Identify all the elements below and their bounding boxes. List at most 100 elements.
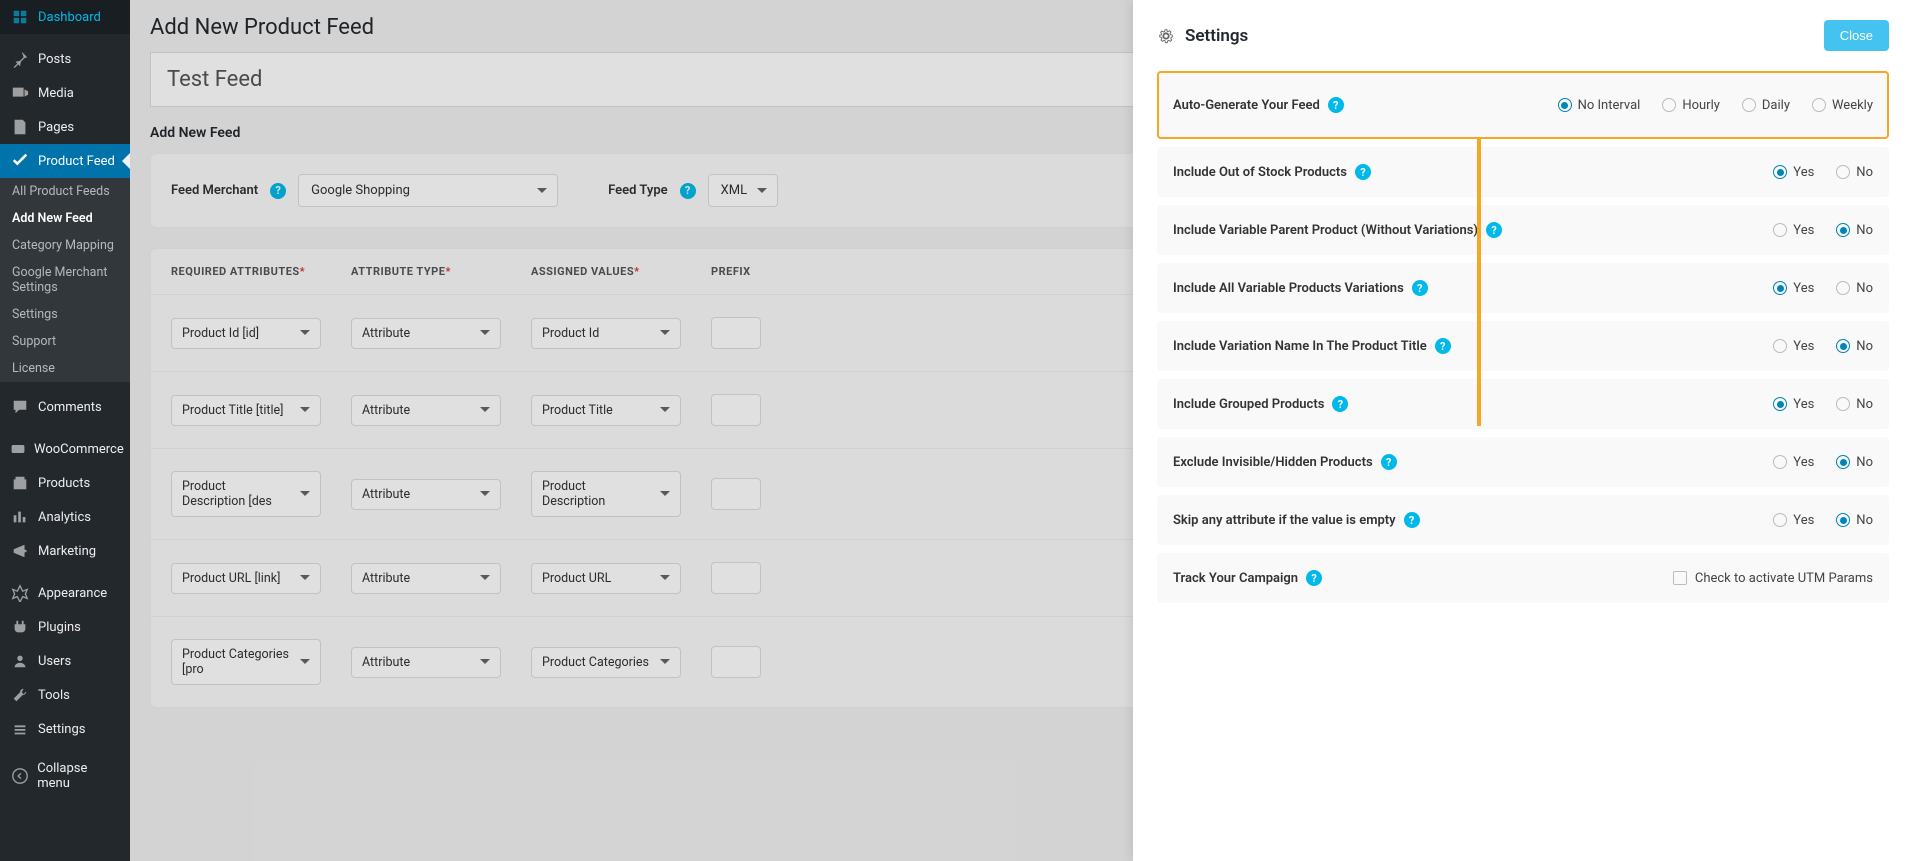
radio-icon xyxy=(1773,397,1787,411)
sidebar-label: Product Feed xyxy=(38,154,115,169)
radio-group: Yes No xyxy=(1773,165,1873,180)
sidebar-item-plugins[interactable]: Plugins xyxy=(0,610,130,644)
settings-title: Settings xyxy=(1185,26,1248,46)
radio-label: No xyxy=(1856,281,1873,296)
sidebar-label: WooCommerce xyxy=(34,442,124,457)
radio-label: Yes xyxy=(1793,223,1814,238)
sidebar-item-collapse[interactable]: Collapse menu xyxy=(0,754,130,798)
sidebar-item-comments[interactable]: Comments xyxy=(0,390,130,424)
sidebar-item-users[interactable]: Users xyxy=(0,644,130,678)
submenu-support[interactable]: Support xyxy=(0,328,130,355)
tools-icon xyxy=(10,685,30,705)
sidebar-item-tools[interactable]: Tools xyxy=(0,678,130,712)
comment-icon xyxy=(10,397,30,417)
sidebar-item-posts[interactable]: Posts xyxy=(0,42,130,76)
radio-icon xyxy=(1812,98,1826,112)
setting-label-text: Auto-Generate Your Feed xyxy=(1173,98,1320,113)
setting-label-text: Track Your Campaign xyxy=(1173,571,1298,586)
setting-label-text: Skip any attribute if the value is empty xyxy=(1173,513,1396,528)
radio-group: Yes No xyxy=(1773,513,1873,528)
submenu-category-mapping[interactable]: Category Mapping xyxy=(0,232,130,259)
sidebar-label: Pages xyxy=(38,120,74,135)
sidebar-label: Appearance xyxy=(38,586,107,601)
radio-option[interactable]: Yes xyxy=(1773,397,1814,412)
help-icon[interactable]: ? xyxy=(1381,454,1397,470)
pin-icon xyxy=(10,49,30,69)
setting-label-text: Include All Variable Products Variations xyxy=(1173,281,1404,296)
sidebar-label: Comments xyxy=(38,400,102,415)
sidebar-label: Dashboard xyxy=(38,10,101,25)
radio-option[interactable]: No xyxy=(1836,455,1873,470)
radio-option[interactable]: Yes xyxy=(1773,165,1814,180)
radio-option[interactable]: No Interval xyxy=(1558,98,1641,113)
help-icon[interactable]: ? xyxy=(1412,280,1428,296)
help-icon[interactable]: ? xyxy=(1328,97,1344,113)
utm-checkbox-wrap[interactable]: Check to activate UTM Params xyxy=(1673,571,1873,586)
close-button[interactable]: Close xyxy=(1824,20,1889,51)
sidebar-item-product-feed[interactable]: Product Feed xyxy=(0,144,130,178)
sidebar-item-marketing[interactable]: Marketing xyxy=(0,534,130,568)
sidebar-item-woocommerce[interactable]: WooCommerce xyxy=(0,432,130,466)
radio-option[interactable]: No xyxy=(1836,339,1873,354)
help-icon[interactable]: ? xyxy=(1404,512,1420,528)
sidebar-item-media[interactable]: Media xyxy=(0,76,130,110)
radio-option[interactable]: Weekly xyxy=(1812,98,1873,113)
submenu-license[interactable]: License xyxy=(0,355,130,382)
radio-option[interactable]: No xyxy=(1836,165,1873,180)
radio-icon xyxy=(1662,98,1676,112)
submenu-google-merchant[interactable]: Google Merchant Settings xyxy=(0,259,130,301)
radio-label: No xyxy=(1856,397,1873,412)
radio-icon xyxy=(1836,339,1850,353)
radio-option[interactable]: Daily xyxy=(1742,98,1790,113)
sidebar-label: Products xyxy=(38,476,90,491)
radio-group: Yes No xyxy=(1773,223,1873,238)
radio-option[interactable]: No xyxy=(1836,281,1873,296)
setting-row: Auto-Generate Your Feed ? No Interval Ho… xyxy=(1157,71,1889,139)
settings-icon xyxy=(10,719,30,739)
radio-option[interactable]: Yes xyxy=(1773,339,1814,354)
sidebar-label: Tools xyxy=(38,688,70,703)
radio-group: Yes No xyxy=(1773,397,1873,412)
sidebar-label: Posts xyxy=(38,52,71,67)
sidebar-label: Collapse menu xyxy=(37,761,120,791)
radio-icon xyxy=(1836,281,1850,295)
radio-icon xyxy=(1773,281,1787,295)
sidebar-label: Analytics xyxy=(38,510,91,525)
radio-option[interactable]: No xyxy=(1836,513,1873,528)
radio-icon xyxy=(1836,455,1850,469)
radio-group: Yes No xyxy=(1773,281,1873,296)
radio-option[interactable]: No xyxy=(1836,223,1873,238)
radio-icon xyxy=(1836,397,1850,411)
radio-option[interactable]: Hourly xyxy=(1662,98,1720,113)
radio-icon xyxy=(1836,223,1850,237)
radio-icon xyxy=(1773,223,1787,237)
help-icon[interactable]: ? xyxy=(1332,396,1348,412)
submenu-add-new[interactable]: Add New Feed xyxy=(0,205,130,232)
sidebar-item-analytics[interactable]: Analytics xyxy=(0,500,130,534)
help-icon[interactable]: ? xyxy=(1486,222,1502,238)
submenu-all-feeds[interactable]: All Product Feeds xyxy=(0,178,130,205)
help-icon[interactable]: ? xyxy=(1306,570,1322,586)
radio-label: Yes xyxy=(1793,397,1814,412)
radio-option[interactable]: Yes xyxy=(1773,281,1814,296)
help-icon[interactable]: ? xyxy=(1355,164,1371,180)
help-icon[interactable]: ? xyxy=(1435,338,1451,354)
sidebar-item-settings[interactable]: Settings xyxy=(0,712,130,746)
submenu-settings[interactable]: Settings xyxy=(0,301,130,328)
radio-option[interactable]: Yes xyxy=(1773,455,1814,470)
sidebar-item-appearance[interactable]: Appearance xyxy=(0,576,130,610)
sidebar-item-dashboard[interactable]: Dashboard xyxy=(0,0,130,34)
sidebar-submenu: All Product Feeds Add New Feed Category … xyxy=(0,178,130,382)
sidebar-item-products[interactable]: Products xyxy=(0,466,130,500)
sidebar-item-pages[interactable]: Pages xyxy=(0,110,130,144)
page-icon xyxy=(10,117,30,137)
sidebar-label: Plugins xyxy=(38,620,81,635)
plugins-icon xyxy=(10,617,30,637)
radio-option[interactable]: No xyxy=(1836,397,1873,412)
radio-option[interactable]: Yes xyxy=(1773,223,1814,238)
setting-row: Include Out of Stock Products ? Yes No xyxy=(1157,147,1889,197)
checkbox-icon xyxy=(1673,571,1687,585)
appearance-icon xyxy=(10,583,30,603)
radio-option[interactable]: Yes xyxy=(1773,513,1814,528)
setting-label-text: Include Out of Stock Products xyxy=(1173,165,1347,180)
